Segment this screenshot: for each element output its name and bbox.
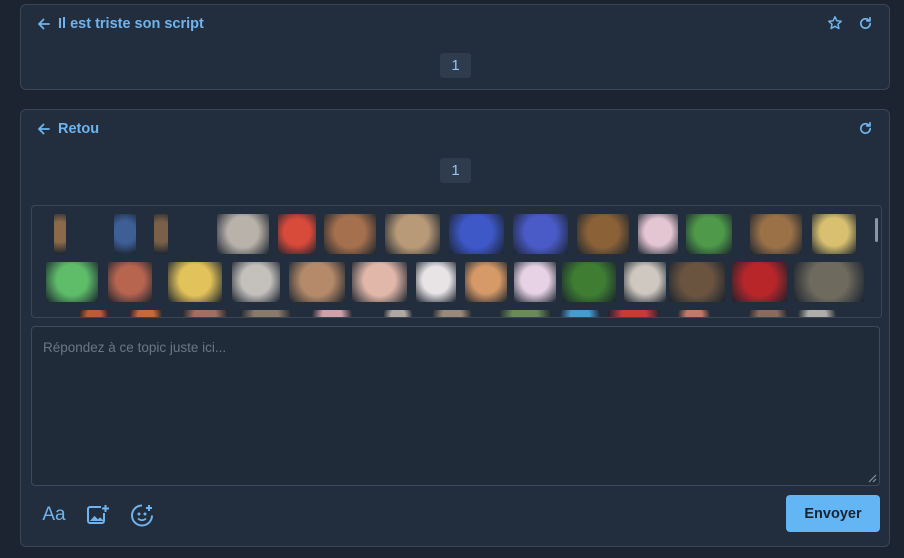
sticker-thumbnail[interactable] (624, 262, 666, 302)
sticker-thumbnail[interactable] (449, 214, 504, 254)
sticker-thumbnail[interactable] (114, 214, 136, 254)
topic-header[interactable]: Il est triste son script (37, 15, 204, 33)
sticker-thumbnail[interactable] (182, 310, 228, 317)
refresh-icon[interactable] (857, 120, 873, 136)
reply-header[interactable]: Retou (37, 120, 99, 138)
resize-handle-icon[interactable] (867, 473, 877, 483)
sticker-thumbnail[interactable] (498, 310, 552, 317)
sticker-thumbnail[interactable] (385, 214, 440, 254)
send-button[interactable]: Envoyer (786, 495, 880, 532)
topic-title[interactable]: Il est triste son script (58, 16, 204, 32)
format-label: Aa (42, 504, 66, 525)
star-icon[interactable] (827, 15, 843, 31)
sticker-thumbnail[interactable] (416, 262, 456, 302)
sticker-thumbnail[interactable] (80, 310, 108, 317)
sticker-thumbnail[interactable] (560, 310, 600, 317)
sticker-thumbnail[interactable] (678, 310, 710, 317)
sticker-thumbnail[interactable] (232, 262, 280, 302)
textarea-placeholder: Répondez à ce topic juste ici... (43, 340, 227, 355)
sticker-thumbnail[interactable] (513, 214, 568, 254)
sticker-thumbnail[interactable] (384, 310, 412, 317)
sticker-thumbnail[interactable] (514, 262, 556, 302)
sticker-thumbnail[interactable] (289, 262, 345, 302)
sticker-thumbnail[interactable] (732, 262, 787, 302)
add-sticker-icon[interactable] (129, 502, 155, 528)
sticker-thumbnail[interactable] (669, 262, 725, 302)
topic-panel: Il est triste son script 1 (20, 4, 890, 90)
sticker-thumbnail[interactable] (46, 262, 98, 302)
page-number[interactable]: 1 (440, 53, 471, 78)
sticker-thumbnail[interactable] (608, 310, 660, 317)
sticker-thumbnail[interactable] (465, 262, 507, 302)
add-image-icon[interactable] (85, 502, 111, 528)
sticker-thumbnail[interactable] (577, 214, 629, 254)
reply-title[interactable]: Retou (58, 121, 99, 137)
sticker-thumbnail[interactable] (352, 262, 407, 302)
sticker-thumbnail[interactable] (432, 310, 472, 317)
sticker-thumbnail[interactable] (686, 214, 732, 254)
sticker-thumbnail[interactable] (562, 262, 616, 302)
refresh-icon[interactable] (857, 15, 873, 31)
reply-textarea[interactable]: Répondez à ce topic juste ici... (31, 326, 880, 486)
reply-panel: Retou 1 Répondez à ce topic juste ici...… (20, 109, 890, 547)
sticker-thumbnail[interactable] (794, 262, 864, 302)
sticker-thumbnail[interactable] (108, 262, 152, 302)
sticker-thumbnail[interactable] (168, 262, 222, 302)
sticker-thumbnail[interactable] (312, 310, 352, 317)
scrollbar[interactable] (875, 218, 878, 242)
arrow-left-icon[interactable] (37, 17, 51, 31)
sticker-thumbnail[interactable] (750, 214, 802, 254)
page-number[interactable]: 1 (440, 158, 471, 183)
sticker-thumbnail[interactable] (812, 214, 856, 254)
sticker-thumbnail[interactable] (278, 214, 316, 254)
sticker-thumbnail[interactable] (217, 214, 269, 254)
sticker-thumbnail[interactable] (748, 310, 788, 317)
sticker-thumbnail[interactable] (324, 214, 376, 254)
sticker-thumbnail[interactable] (54, 214, 66, 254)
sticker-thumbnail[interactable] (154, 214, 168, 254)
sticker-thumbnail[interactable] (638, 214, 678, 254)
sticker-thumbnail[interactable] (798, 310, 836, 317)
sticker-thumbnail[interactable] (240, 310, 292, 317)
sticker-thumbnail[interactable] (130, 310, 162, 317)
sticker-picker[interactable] (31, 205, 882, 318)
text-format-icon[interactable]: Aa (41, 502, 67, 528)
arrow-left-icon[interactable] (37, 122, 51, 136)
